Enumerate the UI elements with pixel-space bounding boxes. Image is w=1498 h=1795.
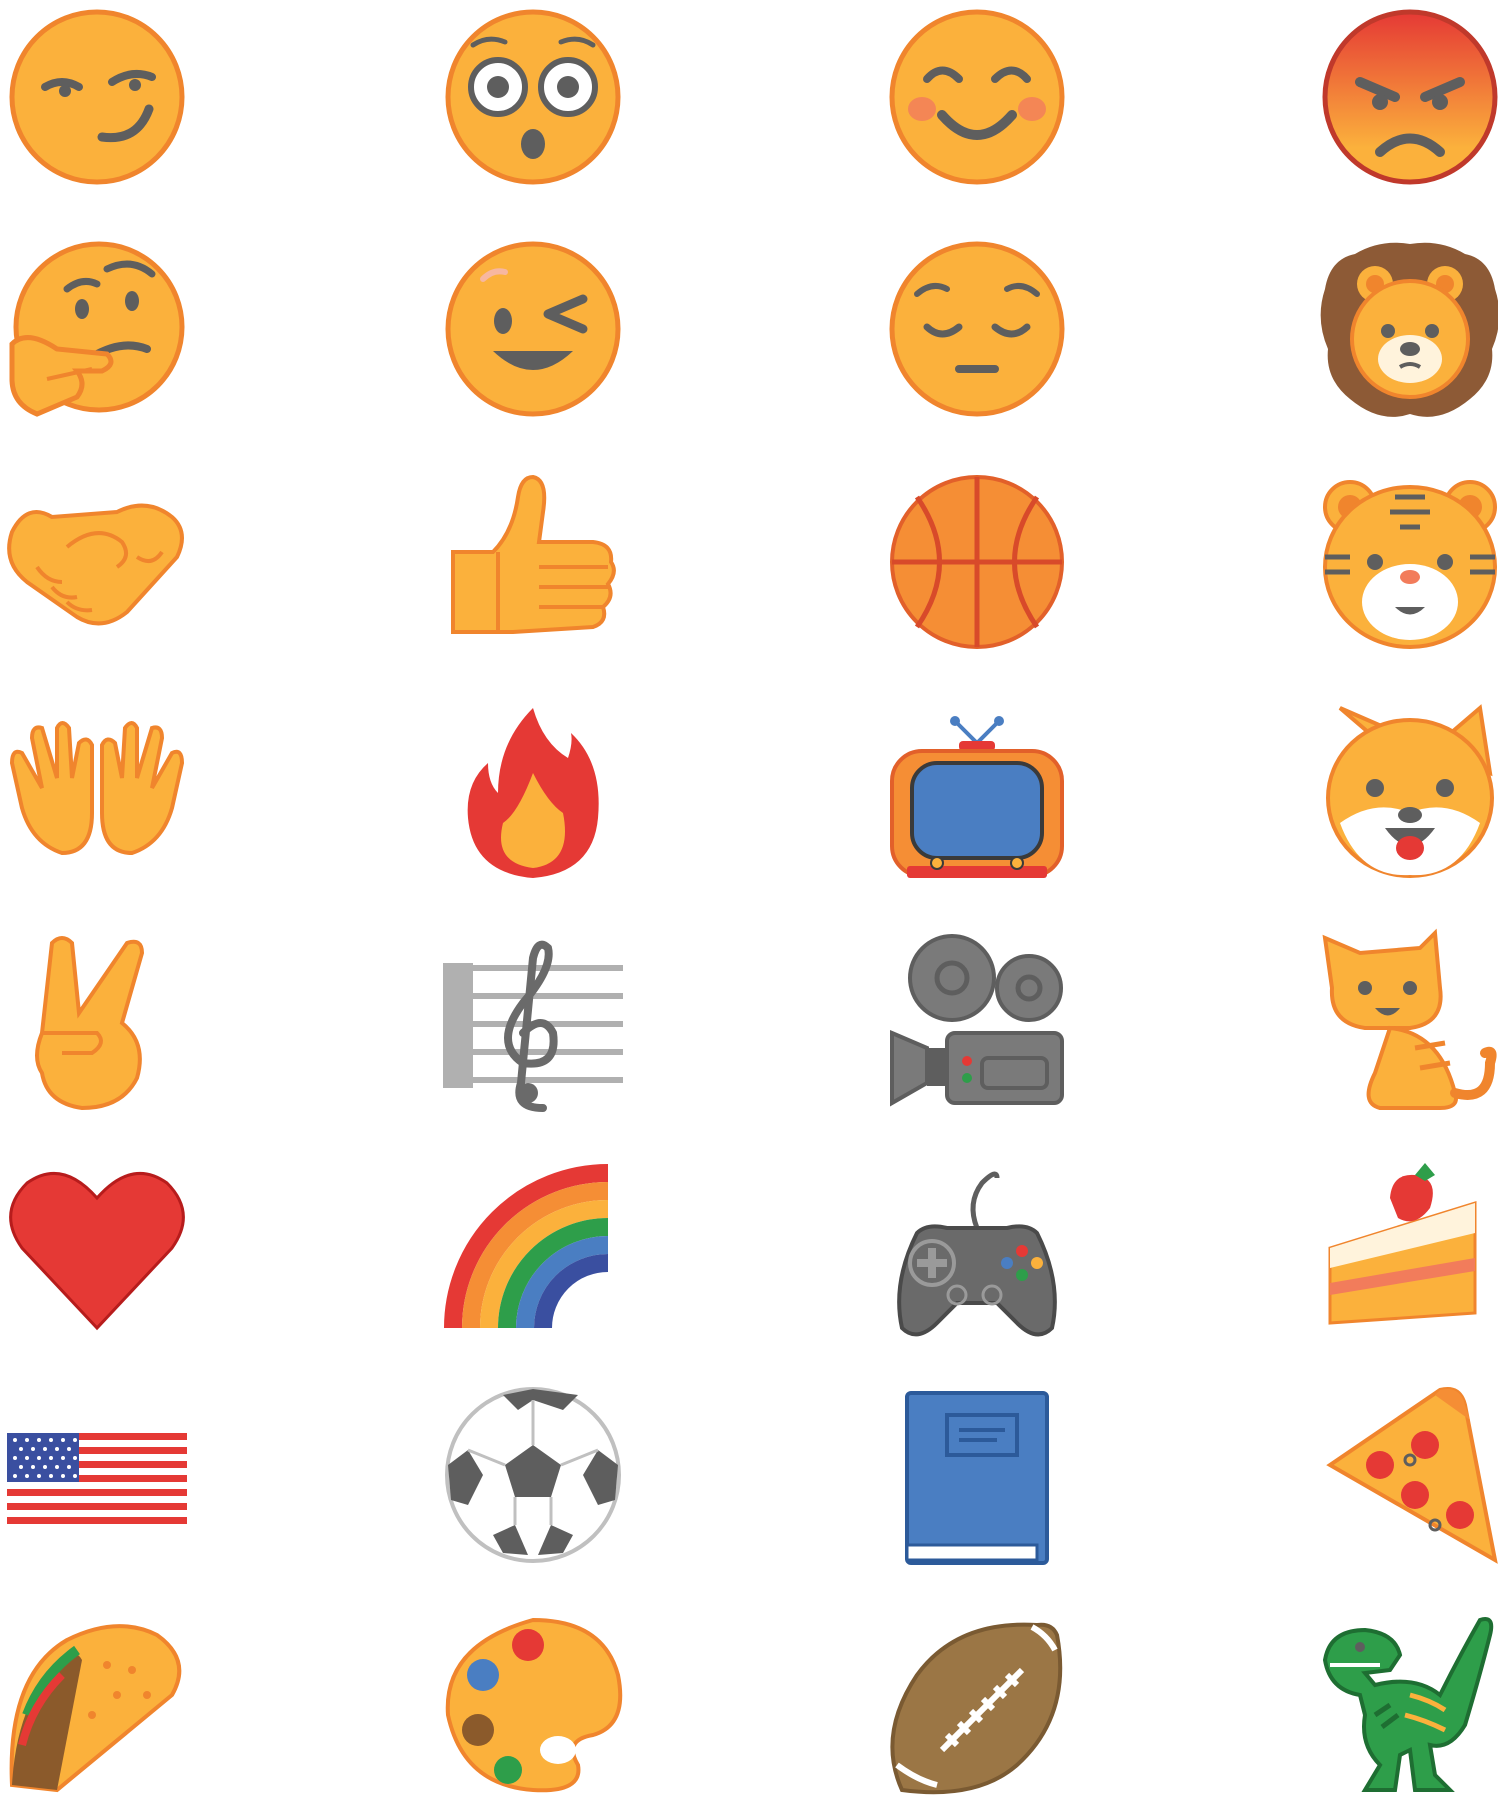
handshake-icon bbox=[7, 472, 187, 652]
victory-hand-icon bbox=[7, 933, 187, 1113]
open-hands-icon bbox=[7, 703, 187, 883]
thumbs-up-icon bbox=[443, 472, 623, 652]
pensive-face-icon bbox=[887, 239, 1067, 419]
tiger-face-icon bbox=[1320, 472, 1498, 652]
taco-icon bbox=[7, 1615, 187, 1795]
emoji-grid bbox=[0, 0, 1498, 1795]
american-football-icon bbox=[887, 1615, 1067, 1795]
rainbow-icon bbox=[443, 1163, 623, 1343]
fire-icon bbox=[443, 703, 623, 883]
artist-palette-icon bbox=[443, 1615, 623, 1795]
video-game-controller-icon bbox=[887, 1163, 1067, 1343]
television-icon bbox=[887, 703, 1067, 883]
smiling-face-icon bbox=[887, 7, 1067, 187]
lion-face-icon bbox=[1320, 239, 1498, 419]
dog-face-icon bbox=[1320, 703, 1498, 883]
smirking-face-icon bbox=[7, 7, 187, 187]
basketball-icon bbox=[887, 472, 1067, 652]
tiger-cat-icon bbox=[1320, 928, 1498, 1113]
winking-face-icon bbox=[443, 239, 623, 419]
t-rex-icon bbox=[1320, 1615, 1498, 1795]
us-flag-icon bbox=[7, 1385, 187, 1565]
musical-score-icon bbox=[443, 933, 623, 1113]
pizza-slice-icon bbox=[1320, 1385, 1498, 1565]
red-heart-icon bbox=[7, 1163, 187, 1343]
shortcake-icon bbox=[1320, 1163, 1498, 1343]
angry-face-icon bbox=[1320, 7, 1498, 187]
soccer-ball-icon bbox=[443, 1385, 623, 1565]
thinking-face-icon bbox=[7, 239, 187, 419]
flushed-face-icon bbox=[443, 7, 623, 187]
movie-camera-icon bbox=[887, 933, 1067, 1113]
blue-book-icon bbox=[887, 1385, 1067, 1565]
